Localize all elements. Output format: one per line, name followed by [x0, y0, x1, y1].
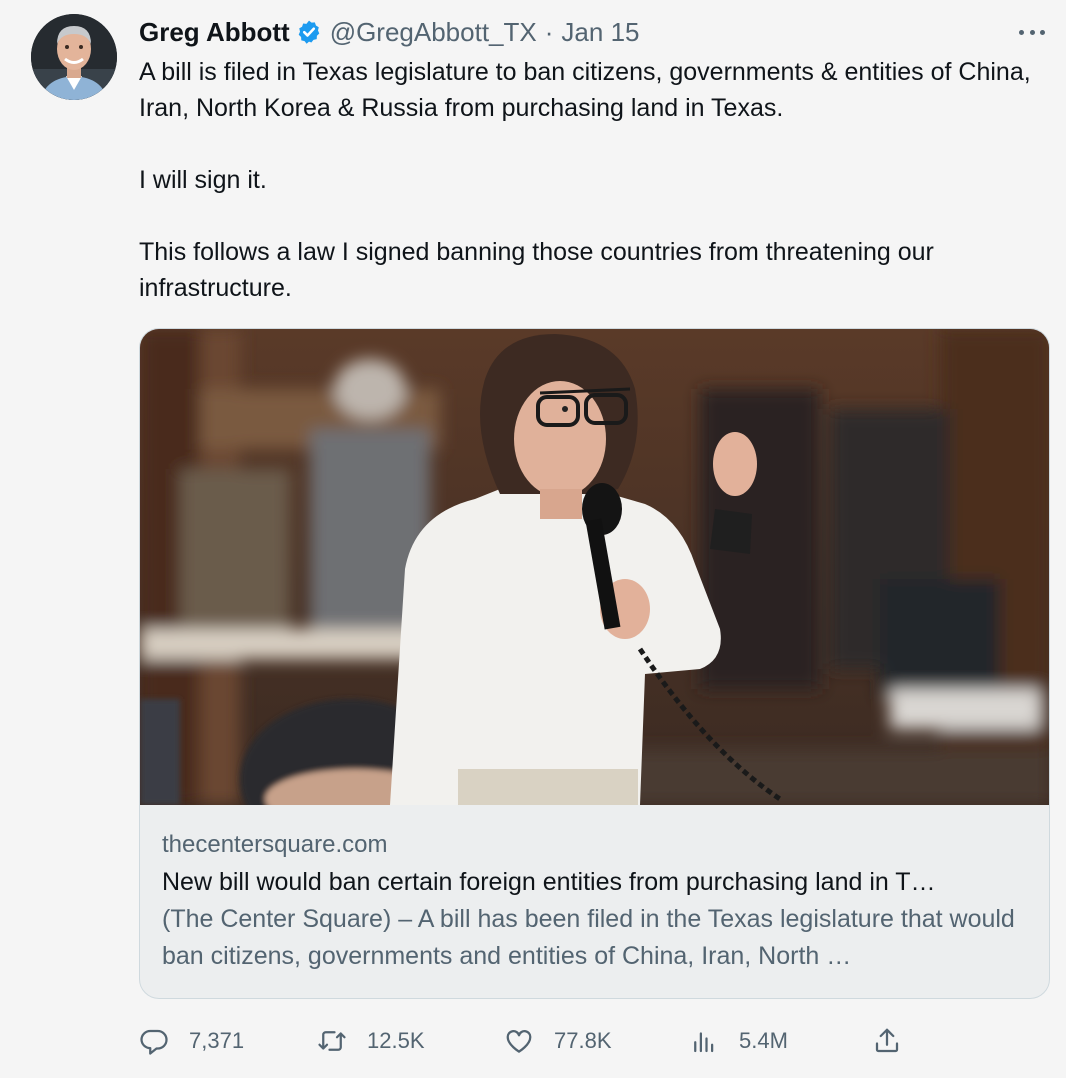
link-card[interactable]: thecentersquare.com New bill would ban c…: [139, 328, 1050, 999]
more-dot: [1040, 29, 1045, 35]
card-domain: thecentersquare.com: [162, 831, 388, 858]
retweet-count: 12.5K: [367, 1028, 425, 1053]
more-options-icon[interactable]: [1016, 20, 1048, 44]
reply-icon: [140, 1029, 168, 1055]
like-count: 77.8K: [554, 1028, 612, 1053]
tweet-actions: 7,371 12.5K 77.8K 5.4M: [139, 1022, 919, 1060]
views-button[interactable]: 5.4M: [689, 1022, 788, 1060]
card-description: (The Center Square) – A bill has been fi…: [162, 905, 1015, 970]
verified-badge-icon: [298, 20, 319, 44]
views-bar-chart-icon: [694, 1032, 714, 1053]
heart-icon: [506, 1030, 532, 1053]
avatar[interactable]: [31, 14, 117, 100]
retweet-icon: [318, 1031, 346, 1051]
reply-count: 7,371: [189, 1028, 245, 1053]
author-handle[interactable]: @GregAbbott_TX: [330, 17, 537, 48]
view-count: 5.4M: [739, 1028, 788, 1053]
tweet-paragraph: I will sign it.: [139, 166, 267, 194]
tweet-text: A bill is filed in Texas legislature to …: [139, 54, 1044, 306]
retweet-button[interactable]: 12.5K: [317, 1022, 425, 1060]
like-button[interactable]: 77.8K: [504, 1022, 612, 1060]
card-image[interactable]: [140, 329, 1049, 805]
tweet-paragraph: A bill is filed in Texas legislature to …: [139, 58, 1031, 122]
tweet-paragraph: This follows a law I signed banning thos…: [139, 238, 934, 302]
more-dot: [1019, 29, 1024, 35]
card-title: New bill would ban certain foreign entit…: [162, 868, 936, 896]
share-button[interactable]: [872, 1022, 902, 1060]
card-meta: thecentersquare.com New bill would ban c…: [162, 827, 1032, 975]
tweet: Greg Abbott @GregAbbott_TX · Jan 15 A bi…: [0, 0, 1066, 1078]
reply-button[interactable]: 7,371: [139, 1022, 244, 1060]
tweet-date[interactable]: Jan 15: [561, 17, 639, 48]
share-icon: [875, 1028, 899, 1053]
tweet-header: Greg Abbott @GregAbbott_TX · Jan 15: [139, 14, 640, 50]
more-dot: [1029, 29, 1035, 35]
author-name[interactable]: Greg Abbott: [139, 17, 290, 48]
header-separator: ·: [544, 16, 554, 47]
